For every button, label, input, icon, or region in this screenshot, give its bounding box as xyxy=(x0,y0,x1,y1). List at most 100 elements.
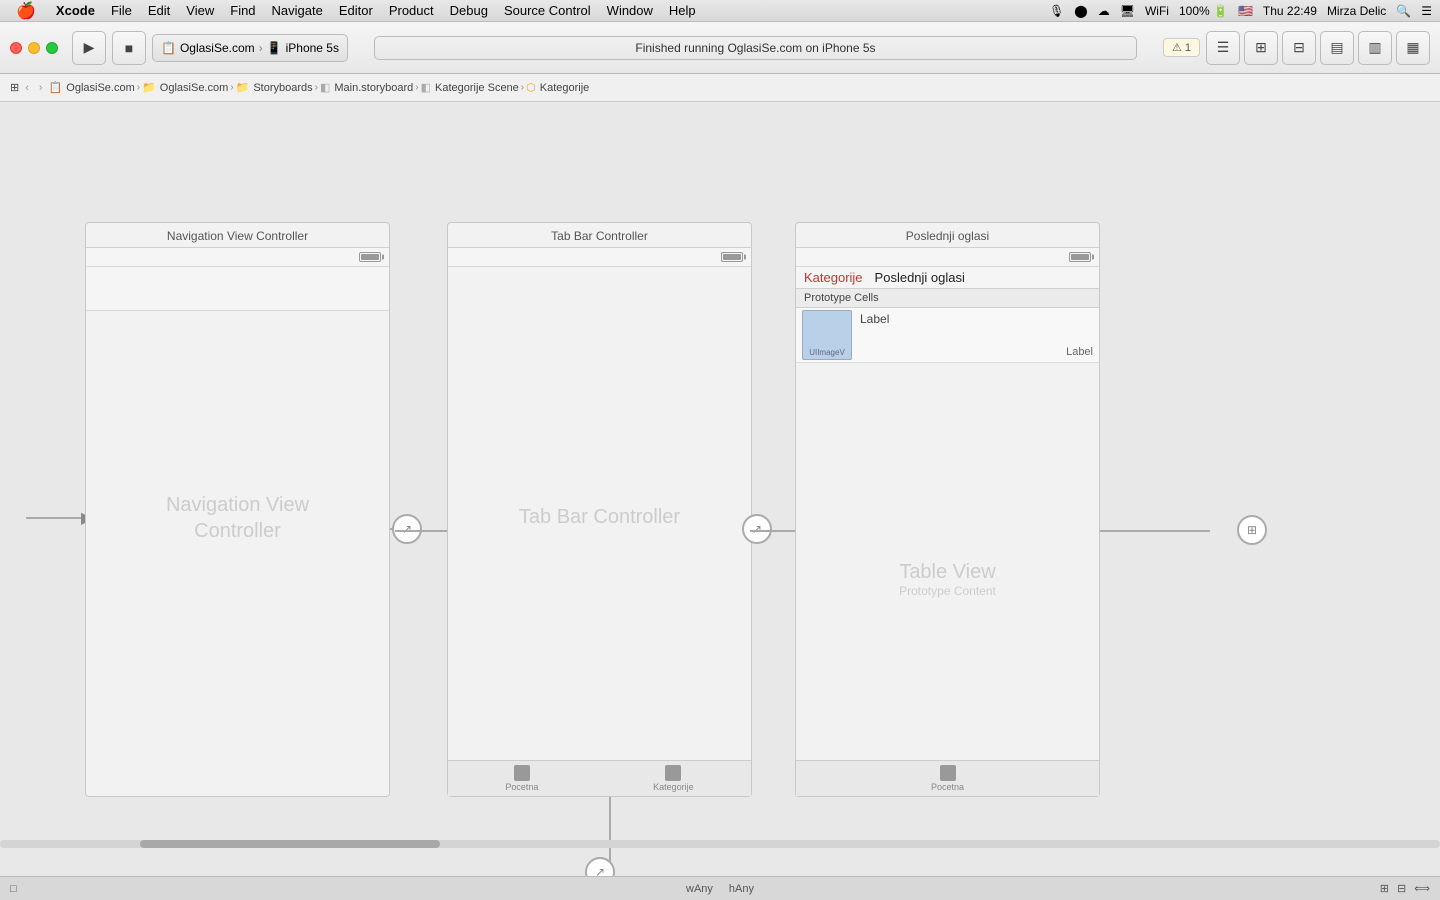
h-scrollbar-track[interactable] xyxy=(0,840,1440,848)
menu-bar: 🍎 Xcode File Edit View Find Navigate Edi… xyxy=(0,0,1440,22)
editor-assistant-button[interactable]: ⊞ xyxy=(1244,31,1278,65)
storyboard-canvas[interactable]: ▶ Navigation View Controller Navigation … xyxy=(0,102,1440,876)
mic-icon: 🎙 xyxy=(1049,4,1064,18)
menu-help[interactable]: Help xyxy=(661,3,704,18)
bc-icon-kategorije: ⬡ xyxy=(526,81,536,94)
bc-item-kategorije-scene[interactable]: ◧ Kategorije Scene xyxy=(421,81,519,94)
spotlight-icon[interactable]: 🔍 xyxy=(1396,4,1411,18)
nav-battery xyxy=(359,252,381,262)
tab-pocetna-label: Pocetna xyxy=(505,782,538,792)
user-name: Mirza Delic xyxy=(1327,4,1386,18)
stop-button[interactable]: ■ xyxy=(112,31,146,65)
poslednji-title: Poslednji oglasi xyxy=(796,223,1099,248)
maximize-button[interactable] xyxy=(46,42,58,54)
tab-bar-controller[interactable]: Tab Bar Controller Tab Bar Controller Po… xyxy=(447,222,752,797)
clock: Thu 22:49 xyxy=(1263,4,1317,18)
bottom-segue-icon: ↗ xyxy=(595,865,605,876)
poslednji-tab-pocetna[interactable]: Pocetna xyxy=(931,765,964,792)
cell-labels: Label Label xyxy=(860,312,1093,358)
poslednji-pocetna-label: Pocetna xyxy=(931,782,964,792)
bc-icon-storyboards: 📁 xyxy=(236,81,250,94)
bottom-icon-3[interactable]: ⊟ xyxy=(1397,882,1406,895)
connector-line-1 xyxy=(390,528,392,530)
size-w: wAny xyxy=(686,883,713,895)
utilities-toggle[interactable]: ▦ xyxy=(1396,31,1430,65)
menu-find[interactable]: Find xyxy=(222,3,263,18)
bc-item-kategorije[interactable]: ⬡ Kategorije xyxy=(526,81,589,94)
circle-icon: ⬤ xyxy=(1074,4,1087,18)
h-scrollbar-thumb[interactable] xyxy=(140,840,440,848)
menu-product[interactable]: Product xyxy=(381,3,442,18)
nav-view-controller[interactable]: Navigation View Controller Navigation Vi… xyxy=(85,222,390,797)
exit-segue[interactable]: ⊞ xyxy=(1237,515,1267,545)
tab-item-pocetna[interactable]: Pocetna xyxy=(505,765,538,792)
editor-standard-button[interactable]: ☰ xyxy=(1206,31,1240,65)
poslednji-tab[interactable]: Poslednji oglasi xyxy=(875,270,965,285)
debug-toggle[interactable]: ▥ xyxy=(1358,31,1392,65)
poslednji-battery xyxy=(1069,252,1091,262)
segue-tab-to-poslednji[interactable]: ↗ xyxy=(742,514,772,544)
bottom-right-controls: ⊞ ⊟ ⟺ xyxy=(1380,882,1430,895)
tab-kategorije-label: Kategorije xyxy=(653,782,694,792)
size-h: hAny xyxy=(729,883,754,895)
segue-tab-icon: ↗ xyxy=(752,522,762,536)
bc-icon-2: 📁 xyxy=(142,81,156,94)
tab-battery xyxy=(721,252,743,262)
kategorije-tab[interactable]: Kategorije xyxy=(804,270,863,285)
cell-label-top: Label xyxy=(860,312,1093,326)
uiimage-view: UIImageV xyxy=(802,310,852,360)
device-icon: 📱 xyxy=(267,41,282,55)
screen-icon: 🖥 xyxy=(1120,4,1135,18)
connector-h-1 xyxy=(395,530,447,532)
run-button[interactable]: ▶ xyxy=(72,31,106,65)
menu-edit[interactable]: Edit xyxy=(140,3,178,18)
navigator-toggle[interactable]: ▤ xyxy=(1320,31,1354,65)
poslednji-status-bar xyxy=(796,248,1099,267)
bc-icon-1: 📋 xyxy=(49,81,63,94)
bc-item-storyboards[interactable]: 📁 Storyboards xyxy=(236,81,313,94)
flag-icon: 🇺🇸 xyxy=(1238,4,1253,18)
tab-pocetna-icon xyxy=(514,765,530,781)
close-button[interactable] xyxy=(10,42,22,54)
poslednji-tab-bar-bottom: Pocetna xyxy=(796,760,1099,796)
grid-icon: ⊞ xyxy=(10,81,19,94)
minimize-button[interactable] xyxy=(28,42,40,54)
menu-source-control[interactable]: Source Control xyxy=(496,3,599,18)
bc-item-2[interactable]: 📁 OglasiSe.com xyxy=(142,81,228,94)
tab-item-kategorije[interactable]: Kategorije xyxy=(653,765,694,792)
cloud-icon: ☁ xyxy=(1098,4,1110,18)
menu-window[interactable]: Window xyxy=(599,3,661,18)
bottom-bar: □ wAny hAny ⊞ ⊟ ⟺ xyxy=(0,876,1440,900)
poslednji-pocetna-icon xyxy=(940,765,956,781)
menu-editor[interactable]: Editor xyxy=(331,3,381,18)
apple-menu[interactable]: 🍎 xyxy=(8,1,44,21)
menu-debug[interactable]: Debug xyxy=(442,3,496,18)
warning-count: 1 xyxy=(1185,42,1191,54)
warning-badge[interactable]: ⚠ 1 xyxy=(1163,38,1200,57)
bc-item-main-storyboard[interactable]: ◧ Main.storyboard xyxy=(320,81,413,94)
build-status: Finished running OglasiSe.com on iPhone … xyxy=(374,36,1137,60)
exit-line xyxy=(1100,530,1210,532)
menu-navigate[interactable]: Navigate xyxy=(264,3,331,18)
poslednji-oglasi-controller[interactable]: Poslednji oglasi Kategorije Poslednji og… xyxy=(795,222,1100,797)
toolbar-right-buttons: ☰ ⊞ ⊟ ▤ ▥ ▦ xyxy=(1206,31,1430,65)
menu-icon[interactable]: ☰ xyxy=(1421,4,1432,18)
editor-version-button[interactable]: ⊟ xyxy=(1282,31,1316,65)
bottom-icon-2[interactable]: ⊞ xyxy=(1380,882,1389,895)
nav-controller-title: Navigation View Controller xyxy=(86,223,389,248)
menu-xcode[interactable]: Xcode xyxy=(48,3,103,18)
bc-item-1[interactable]: 📋 OglasiSe.com xyxy=(49,81,135,94)
scheme-selector[interactable]: 📋 OglasiSe.com › 📱 iPhone 5s xyxy=(152,34,348,62)
prototype-cell-row[interactable]: UIImageV Label Label xyxy=(796,308,1099,363)
bottom-icon-4[interactable]: ⟺ xyxy=(1414,882,1430,895)
tab-kategorije-icon xyxy=(665,765,681,781)
menu-file[interactable]: File xyxy=(103,3,140,18)
bottom-icon-1[interactable]: □ xyxy=(10,883,17,895)
exit-segue-icon: ⊞ xyxy=(1247,523,1257,537)
nav-body-label: Navigation ViewController xyxy=(86,275,389,760)
bc-icon-kategorije-scene: ◧ xyxy=(421,81,431,94)
table-view-label: Table View xyxy=(899,561,995,584)
segue-nav-to-tab[interactable]: ↗ xyxy=(392,514,422,544)
menu-view[interactable]: View xyxy=(178,3,222,18)
prototype-content-label: Prototype Content xyxy=(899,584,996,598)
